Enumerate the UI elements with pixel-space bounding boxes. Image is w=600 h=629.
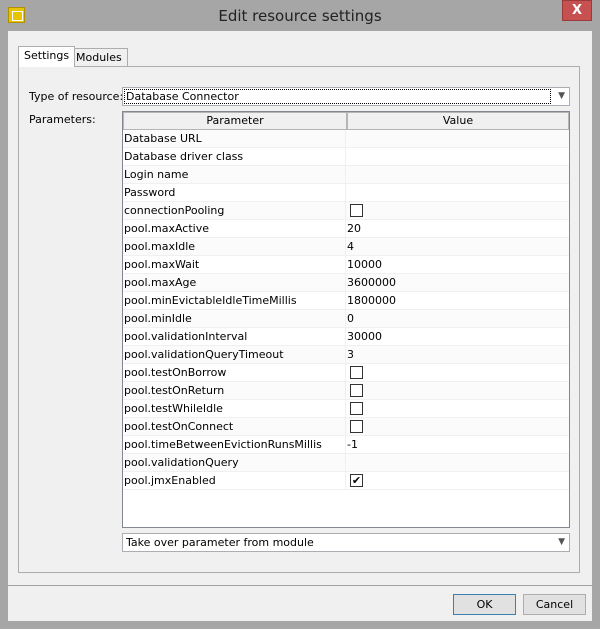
- parameter-name: pool.maxWait: [123, 256, 346, 273]
- parameter-value[interactable]: ✔: [346, 472, 569, 489]
- parameter-value[interactable]: 20: [346, 220, 569, 237]
- checkbox[interactable]: [350, 420, 363, 433]
- cancel-button[interactable]: Cancel: [523, 594, 586, 615]
- dialog-body: Settings Modules Type of resource: Datab…: [8, 31, 592, 621]
- window-title: Edit resource settings: [218, 7, 382, 25]
- parameter-name: pool.maxAge: [123, 274, 346, 291]
- divider: [8, 585, 592, 586]
- checkbox[interactable]: [350, 204, 363, 217]
- checkbox-checked[interactable]: ✔: [350, 474, 363, 487]
- table-row[interactable]: pool.timeBetweenEvictionRunsMillis -1: [123, 436, 569, 454]
- table-row[interactable]: pool.maxAge 3600000: [123, 274, 569, 292]
- table-row[interactable]: pool.maxActive 20: [123, 220, 569, 238]
- parameter-value[interactable]: [346, 130, 569, 147]
- parameter-value[interactable]: 10000: [346, 256, 569, 273]
- parameter-name: pool.maxIdle: [123, 238, 346, 255]
- parameter-name: pool.maxActive: [123, 220, 346, 237]
- parameter-name: pool.minIdle: [123, 310, 346, 327]
- type-of-resource-dropdown[interactable]: Database Connector ▼: [122, 87, 570, 106]
- parameter-name: Password: [123, 184, 346, 201]
- column-header-parameter[interactable]: Parameter: [123, 112, 347, 130]
- parameter-name: Database driver class: [123, 148, 346, 165]
- table-row[interactable]: pool.minIdle 0: [123, 310, 569, 328]
- table-row[interactable]: pool.jmxEnabled ✔: [123, 472, 569, 490]
- table-row[interactable]: pool.maxIdle 4: [123, 238, 569, 256]
- parameter-value[interactable]: 30000: [346, 328, 569, 345]
- checkbox[interactable]: [350, 366, 363, 379]
- parameter-value[interactable]: [346, 418, 569, 435]
- parameters-table: Parameter Value Database URL Database dri…: [122, 111, 570, 528]
- table-row[interactable]: pool.maxWait 10000: [123, 256, 569, 274]
- module-dropdown[interactable]: Take over parameter from module ▼: [122, 533, 570, 552]
- parameter-value[interactable]: 3: [346, 346, 569, 363]
- parameter-name: connectionPooling: [123, 202, 346, 219]
- tab-modules[interactable]: Modules: [70, 48, 128, 67]
- table-row[interactable]: pool.minEvictableIdleTimeMillis 1800000: [123, 292, 569, 310]
- parameter-name: pool.testWhileIdle: [123, 400, 346, 417]
- module-dropdown-value: Take over parameter from module: [126, 536, 314, 549]
- parameter-value[interactable]: 4: [346, 238, 569, 255]
- ok-button[interactable]: OK: [453, 594, 516, 615]
- chevron-down-icon: ▼: [558, 537, 565, 547]
- parameter-name: Login name: [123, 166, 346, 183]
- title-bar: Edit resource settings X: [0, 0, 600, 31]
- settings-panel: Type of resource: Database Connector ▼ P…: [18, 66, 580, 573]
- table-row[interactable]: Login name: [123, 166, 569, 184]
- checkbox[interactable]: [350, 384, 363, 397]
- tab-settings[interactable]: Settings: [18, 46, 76, 67]
- parameter-name: pool.testOnBorrow: [123, 364, 346, 381]
- parameter-name: pool.testOnReturn: [123, 382, 346, 399]
- parameter-value[interactable]: [346, 364, 569, 381]
- parameter-name: pool.validationQueryTimeout: [123, 346, 346, 363]
- parameter-name: pool.validationQuery: [123, 454, 346, 471]
- table-row[interactable]: Database driver class: [123, 148, 569, 166]
- parameter-value[interactable]: -1: [346, 436, 569, 453]
- parameter-value[interactable]: [346, 184, 569, 201]
- parameter-value[interactable]: 3600000: [346, 274, 569, 291]
- parameter-name: pool.minEvictableIdleTimeMillis: [123, 292, 346, 309]
- table-row[interactable]: pool.validationQueryTimeout 3: [123, 346, 569, 364]
- parameter-value[interactable]: 1800000: [346, 292, 569, 309]
- table-row[interactable]: Password: [123, 184, 569, 202]
- parameter-name: Database URL: [123, 130, 346, 147]
- table-row[interactable]: connectionPooling: [123, 202, 569, 220]
- checkbox[interactable]: [350, 402, 363, 415]
- parameter-name: pool.testOnConnect: [123, 418, 346, 435]
- parameter-value[interactable]: [346, 166, 569, 183]
- parameter-value[interactable]: [346, 148, 569, 165]
- parameter-value[interactable]: [346, 202, 569, 219]
- table-row[interactable]: pool.testWhileIdle: [123, 400, 569, 418]
- chevron-down-icon: ▼: [558, 91, 565, 101]
- parameters-label: Parameters:: [29, 113, 96, 126]
- parameter-value[interactable]: [346, 382, 569, 399]
- type-of-resource-label: Type of resource:: [29, 90, 124, 103]
- table-row[interactable]: pool.validationInterval 30000: [123, 328, 569, 346]
- column-header-value[interactable]: Value: [347, 112, 569, 130]
- parameter-name: pool.jmxEnabled: [123, 472, 346, 489]
- parameter-value[interactable]: [346, 400, 569, 417]
- close-button[interactable]: X: [562, 0, 592, 21]
- table-row[interactable]: pool.testOnReturn: [123, 382, 569, 400]
- parameter-name: pool.validationInterval: [123, 328, 346, 345]
- table-row[interactable]: pool.validationQuery: [123, 454, 569, 472]
- parameter-name: pool.timeBetweenEvictionRunsMillis: [123, 436, 346, 453]
- table-row[interactable]: Database URL: [123, 130, 569, 148]
- parameter-value[interactable]: [346, 454, 569, 471]
- table-row[interactable]: pool.testOnBorrow: [123, 364, 569, 382]
- table-row[interactable]: pool.testOnConnect: [123, 418, 569, 436]
- parameter-value[interactable]: 0: [346, 310, 569, 327]
